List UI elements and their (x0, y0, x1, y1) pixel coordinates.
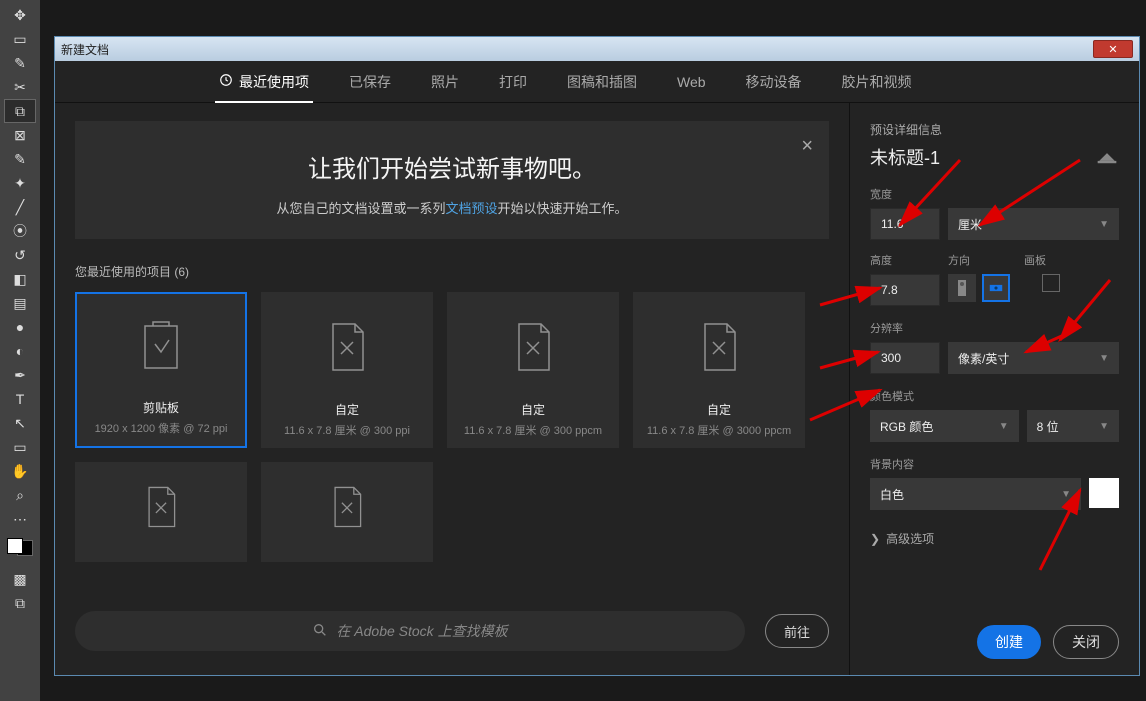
tool-quick-select[interactable]: ✂ (5, 76, 35, 98)
intro-title: 让我们开始尝试新事物吧。 (115, 149, 789, 184)
recent-grid-row2 (75, 462, 829, 562)
preset-card[interactable]: 自定 11.6 x 7.8 厘米 @ 300 ppi (261, 292, 433, 448)
tool-screenmode[interactable]: ⧉ (5, 592, 35, 614)
tool-hand[interactable]: ✋ (5, 460, 35, 482)
color-swatch[interactable] (7, 538, 33, 556)
tool-shape[interactable]: ▭ (5, 436, 35, 458)
chevron-down-icon: ▼ (1099, 421, 1109, 432)
tab-photo[interactable]: 照片 (427, 62, 463, 102)
document-name[interactable]: 未标题-1 (870, 144, 940, 170)
dialog-close-button[interactable]: ✕ (1093, 40, 1133, 58)
search-icon (312, 622, 328, 641)
preset-card[interactable]: 自定 11.6 x 7.8 厘米 @ 3000 ppcm (633, 292, 805, 448)
tool-dodge[interactable]: ◐ (5, 340, 35, 362)
new-document-dialog: 新建文档 ✕ 最近使用项 已保存 照片 打印 图稿和插图 Web 移动设备 胶片… (54, 36, 1140, 676)
stock-go-button[interactable]: 前往 (765, 614, 829, 648)
intro-subtitle: 从您自己的文档设置或一系列文档预设开始以快速开始工作。 (115, 198, 789, 217)
doc-presets-link[interactable]: 文档预设 (445, 201, 497, 216)
tab-illustration[interactable]: 图稿和插图 (563, 62, 641, 102)
orientation-portrait[interactable] (948, 274, 976, 302)
tab-saved[interactable]: 已保存 (345, 62, 395, 102)
preset-card[interactable] (75, 462, 247, 562)
recent-items-label: 您最近使用的项目 (6) (75, 263, 829, 280)
preset-card[interactable] (261, 462, 433, 562)
colormode-select[interactable]: RGB 颜色 ▼ (870, 410, 1019, 442)
tool-gradient[interactable]: ▤ (5, 292, 35, 314)
tool-marquee[interactable]: ▭ (5, 28, 35, 50)
background-select[interactable]: 白色 ▼ (870, 478, 1081, 510)
tool-pen[interactable]: ✒ (5, 364, 35, 386)
tool-eraser[interactable]: ◧ (5, 268, 35, 290)
resolution-input[interactable]: 300 (870, 342, 940, 374)
intro-card: × 让我们开始尝试新事物吧。 从您自己的文档设置或一系列文档预设开始以快速开始工… (75, 121, 829, 239)
templates-panel: × 让我们开始尝试新事物吧。 从您自己的文档设置或一系列文档预设开始以快速开始工… (55, 103, 849, 675)
preset-card[interactable]: 自定 11.6 x 7.8 厘米 @ 300 ppcm (447, 292, 619, 448)
orientation-landscape[interactable] (982, 274, 1010, 302)
tool-stamp[interactable]: ⦿ (5, 220, 35, 242)
close-button[interactable]: 关闭 (1053, 625, 1119, 659)
tool-quickmask[interactable]: ▩ (5, 568, 35, 590)
save-preset-icon[interactable] (1095, 148, 1119, 166)
tab-web[interactable]: Web (673, 64, 710, 100)
tool-lasso[interactable]: ✎ (5, 52, 35, 74)
tool-eyedropper[interactable]: ✎ (5, 148, 35, 170)
dialog-titlebar: 新建文档 ✕ (55, 37, 1139, 61)
tools-toolbar: ✥ ▭ ✎ ✂ ⧉ ⊠ ✎ ✦ ╱ ⦿ ↺ ◧ ▤ ● ◐ ✒ T ↖ ▭ ✋ … (0, 0, 40, 701)
tab-film[interactable]: 胶片和视频 (838, 62, 916, 102)
tool-crop[interactable]: ⧉ (5, 100, 35, 122)
resolution-unit-select[interactable]: 像素/英寸 ▼ (948, 342, 1119, 374)
recent-grid: 剪贴板 1920 x 1200 像素 @ 72 ppi 自定 11.6 x 7.… (75, 292, 829, 448)
stock-search-input[interactable]: 在 Adobe Stock 上查找模板 (75, 611, 745, 651)
chevron-down-icon: ▼ (1099, 219, 1109, 230)
preset-card[interactable]: 剪贴板 1920 x 1200 像素 @ 72 ppi (75, 292, 247, 448)
tool-brush[interactable]: ╱ (5, 196, 35, 218)
create-button[interactable]: 创建 (977, 625, 1041, 659)
unit-select[interactable]: 厘米 ▼ (948, 208, 1119, 240)
tool-text[interactable]: T (5, 388, 35, 410)
artboard-checkbox[interactable] (1042, 274, 1060, 292)
bitdepth-select[interactable]: 8 位 ▼ (1027, 410, 1119, 442)
details-header: 预设详细信息 (870, 121, 1119, 138)
tool-zoom[interactable]: ⌕ (5, 484, 35, 506)
tool-path[interactable]: ↖ (5, 412, 35, 434)
tab-print[interactable]: 打印 (495, 62, 531, 102)
chevron-down-icon: ▼ (1099, 353, 1109, 364)
tool-frame[interactable]: ⊠ (5, 124, 35, 146)
clock-icon (219, 73, 233, 90)
tool-history[interactable]: ↺ (5, 244, 35, 266)
tool-healing[interactable]: ✦ (5, 172, 35, 194)
tool-blur[interactable]: ● (5, 316, 35, 338)
preset-details-panel: 预设详细信息 未标题-1 宽度 11.6 厘米 ▼ 高度 方向 画板 (849, 103, 1139, 675)
background-color-swatch[interactable] (1089, 478, 1119, 508)
chevron-down-icon: ▼ (999, 421, 1009, 432)
chevron-right-icon: ❯ (870, 532, 880, 546)
category-tabs: 最近使用项 已保存 照片 打印 图稿和插图 Web 移动设备 胶片和视频 (55, 61, 1139, 103)
height-input[interactable]: 7.8 (870, 274, 940, 306)
tab-mobile[interactable]: 移动设备 (742, 62, 806, 102)
tool-move[interactable]: ✥ (5, 4, 35, 26)
width-input[interactable]: 11.6 (870, 208, 940, 240)
tab-recent[interactable]: 最近使用项 (215, 62, 313, 102)
dialog-title: 新建文档 (61, 41, 109, 58)
chevron-down-icon: ▼ (1061, 489, 1071, 500)
advanced-options-toggle[interactable]: ❯ 高级选项 (870, 530, 1119, 547)
tool-more[interactable]: ⋯ (5, 508, 35, 530)
intro-close-button[interactable]: × (801, 135, 813, 158)
